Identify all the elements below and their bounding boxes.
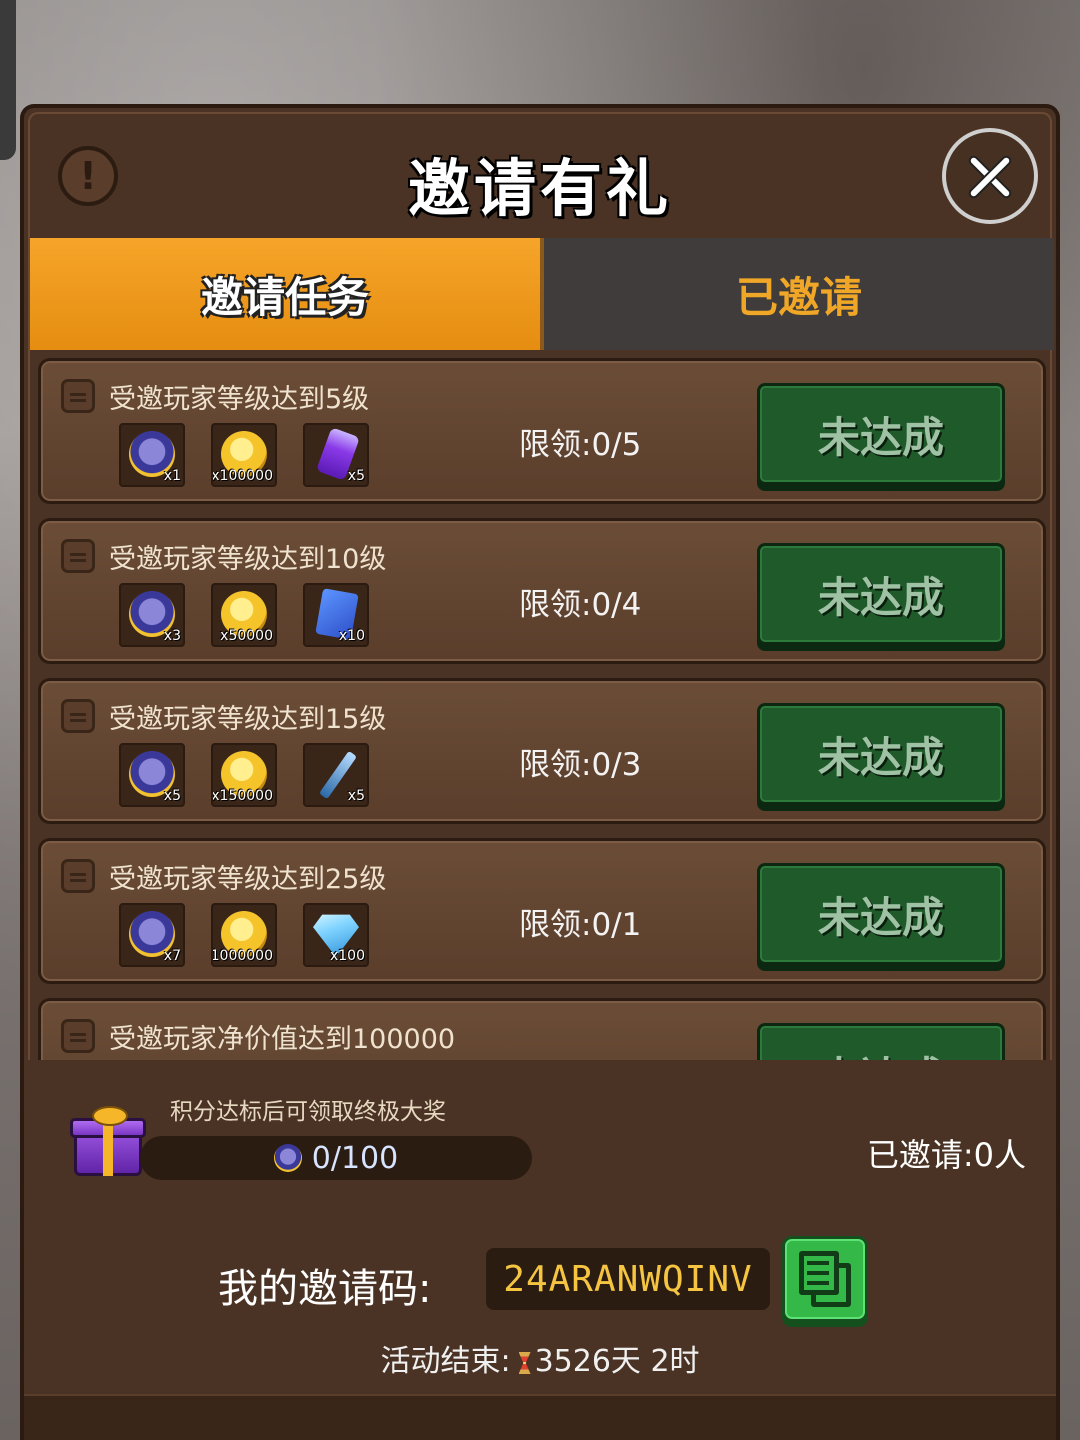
reward-qty: x150000 [211,788,273,804]
reward-qty: x100 [329,948,365,964]
reward-qty: x7 [163,948,181,964]
reward-qty: x1000000 [211,948,273,964]
status-button[interactable]: 未达成 [757,1023,1005,1060]
reward-item[interactable]: x1000000 [211,903,277,967]
score-hint: 积分达标后可领取终极大奖 [170,1099,446,1125]
hourglass-icon [518,1352,531,1374]
reward-qty: x3 [163,628,181,644]
event-end-time: 3526天 2时 [534,1344,700,1379]
status-button[interactable]: 未达成 [757,383,1005,485]
task-row: 受邀玩家等级达到10级 x3 x50000 x10 限领:0/4 未达成 [38,518,1046,664]
task-list-icon [61,859,95,893]
reward-item[interactable]: x150000 [211,743,277,807]
task-title: 受邀玩家等级达到15级 [109,704,387,735]
task-row: 受邀玩家等级达到5级 x1 x100000 x5 限领:0/5 未达成 [38,358,1046,504]
reward-item[interactable]: x10 [303,583,369,647]
reward-item[interactable]: x5 [119,743,185,807]
tab-invite-tasks[interactable]: 邀请任务 [30,238,544,350]
reward-qty: x5 [163,788,181,804]
reward-item[interactable]: x7 [119,903,185,967]
reward-list: x5 x150000 x5 [119,743,369,807]
invited-count: 已邀请:0人 [866,1136,1026,1174]
reward-qty: x5 [347,468,365,484]
reward-item[interactable]: x5 [303,743,369,807]
invite-code-label: 我的邀请码: [218,1266,432,1312]
claim-limit: 限领:0/5 [519,427,642,463]
invite-code: 24ARANWQINV [486,1248,770,1310]
task-row: 受邀玩家净价值达到100000 未达成 [38,998,1046,1060]
close-button[interactable] [942,128,1038,224]
reward-qty: x1 [163,468,181,484]
task-list[interactable]: 受邀玩家等级达到5级 x1 x100000 x5 限领:0/5 未达成 受邀玩家… [38,358,1046,1060]
score-progress-bar: 0/100 [140,1136,532,1180]
reward-item[interactable]: x100000 [211,423,277,487]
tab-bar: 邀请任务 已邀请 [30,238,1054,350]
task-list-icon [61,539,95,573]
tab-invited[interactable]: 已邀请 [544,238,1054,350]
task-list-icon [61,699,95,733]
reward-item[interactable]: x100 [303,903,369,967]
gift-box-icon[interactable] [70,1106,148,1180]
reward-qty: x5 [347,788,365,804]
side-handle [0,0,16,160]
footer: 积分达标后可领取终极大奖 0/100 已邀请:0人 我的邀请码: 24ARANW… [28,1060,1052,1400]
status-button[interactable]: 未达成 [757,703,1005,805]
reward-qty: x50000 [220,628,273,644]
claim-limit: 限领:0/1 [519,907,642,943]
reward-list: x7 x1000000 x100 [119,903,369,967]
event-end-label: 活动结束: [380,1344,511,1379]
task-row: 受邀玩家等级达到25级 x7 x1000000 x100 限领:0/1 未达成 [38,838,1046,984]
reward-item[interactable]: x50000 [211,583,277,647]
task-title: 受邀玩家等级达到10级 [109,544,387,575]
status-button[interactable]: 未达成 [757,863,1005,965]
event-end: 活动结束: 3526天 2时 [28,1336,1052,1380]
task-row: 受邀玩家等级达到15级 x5 x150000 x5 限领:0/3 未达成 [38,678,1046,824]
reward-qty: x100000 [211,468,273,484]
task-title: 受邀玩家净价值达到100000 [109,1024,456,1055]
friend-token-icon [273,1144,302,1172]
task-list-icon [61,379,95,413]
task-list-icon [61,1019,95,1053]
copy-button[interactable] [782,1236,868,1322]
claim-limit: 限领:0/4 [519,587,642,623]
task-title: 受邀玩家等级达到25级 [109,864,387,895]
score-value: 0/100 [311,1140,399,1176]
reward-qty: x10 [338,628,365,644]
reward-item[interactable]: x5 [303,423,369,487]
claim-limit: 限领:0/3 [519,747,642,783]
invite-panel: ! 邀请有礼 邀请任务 已邀请 受邀玩家等级达到5级 x1 x100000 x5… [20,104,1060,1440]
task-title: 受邀玩家等级达到5级 [109,384,370,415]
reward-item[interactable]: x3 [119,583,185,647]
bottom-bar [24,1394,1056,1440]
reward-list: x1 x100000 x5 [119,423,369,487]
reward-list: x3 x50000 x10 [119,583,369,647]
reward-item[interactable]: x1 [119,423,185,487]
panel-title: 邀请有礼 [407,152,672,225]
status-button[interactable]: 未达成 [757,543,1005,645]
